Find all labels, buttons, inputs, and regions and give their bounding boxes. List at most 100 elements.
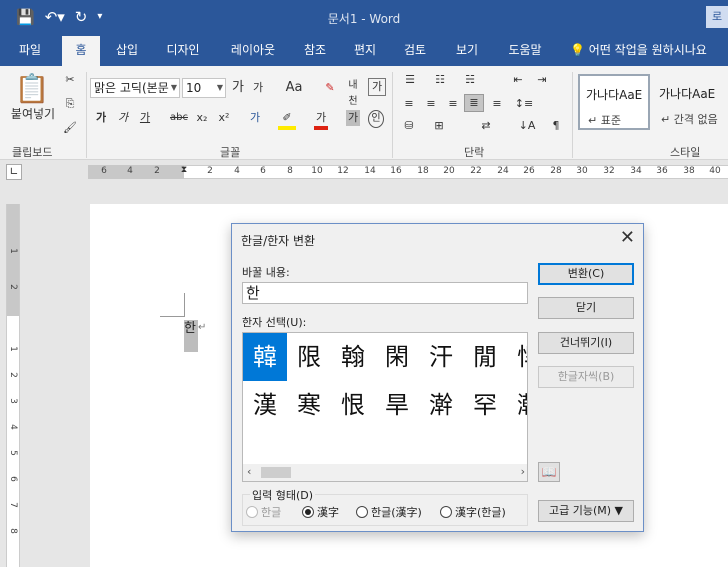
chevron-left-icon[interactable]: ‹ [247, 465, 251, 478]
tell-me-box[interactable]: 💡 어떤 작업을 원하시나요 [570, 36, 707, 66]
close-icon[interactable]: ✕ [620, 227, 635, 248]
horizontal-scrollbar[interactable]: ‹ › [243, 464, 527, 481]
bullets-icon[interactable]: ☰ [400, 72, 420, 88]
tab-review[interactable]: 검토 [392, 36, 438, 66]
hangul-by-char-button[interactable]: 한글자씩(B) [538, 366, 634, 388]
signin-button[interactable]: 로 [706, 6, 728, 28]
tab-help[interactable]: 도움말 [496, 36, 554, 66]
decrease-indent-icon[interactable]: ⇤ [508, 72, 528, 88]
increase-indent-icon[interactable]: ⇥ [532, 72, 552, 88]
convert-button[interactable]: 변환(C) [538, 263, 634, 285]
ruler-number: 12 [337, 166, 349, 176]
tab-file[interactable]: 파일 [0, 36, 60, 66]
style-no-spacing[interactable]: 가나다AaE ↵ 간격 없음 [652, 74, 724, 130]
align-center-icon[interactable]: ≡ [422, 96, 440, 112]
justify-icon[interactable]: ≣ [464, 94, 484, 112]
ruler-number: 2 [207, 166, 213, 176]
horizontal-ruler[interactable]: ∟ 6 4 2 ⧗ 2 4 6 8 10 12 14 16 18 20 22 2… [0, 160, 728, 184]
strikethrough-icon[interactable]: abc [170, 110, 188, 126]
styles-group-label: 스타일 [670, 146, 701, 159]
tab-mailings[interactable]: 편지 [342, 36, 388, 66]
multilevel-list-icon[interactable]: ☵ [460, 72, 480, 88]
text-effects-icon[interactable]: 가 [246, 110, 264, 126]
hanja-select-label: 한자 선택(U): [242, 316, 307, 329]
clear-formatting-icon[interactable]: ✎ [322, 80, 338, 96]
hanja-item[interactable]: 閑 [375, 333, 419, 381]
ruler-number: 22 [470, 166, 482, 176]
font-color-icon[interactable]: 가 [314, 110, 328, 130]
show-marks-icon[interactable]: ¶ [548, 118, 564, 134]
line-spacing-icon[interactable]: ↕≡ [512, 96, 536, 112]
vertical-ruler[interactable]: 1 2 1 2 3 4 5 6 7 8 [6, 204, 20, 567]
ruler-number: 4 [8, 424, 18, 430]
hanja-item[interactable]: 罕 [463, 381, 507, 429]
grow-font-icon[interactable]: 가 [230, 80, 246, 96]
chevron-right-icon[interactable]: › [521, 465, 525, 478]
align-left-icon[interactable]: ≡ [400, 96, 418, 112]
skip-button[interactable]: 건너뛰기(I) [538, 332, 634, 354]
radio-hanja[interactable]: 漢字 [302, 504, 339, 520]
borders-icon[interactable]: ⊞ [430, 118, 448, 134]
hanja-item[interactable]: 恨 [331, 381, 375, 429]
paste-icon[interactable]: 📋 [12, 72, 52, 106]
copy-icon[interactable]: ⎘ [62, 96, 78, 112]
tab-insert[interactable]: 삽입 [104, 36, 150, 66]
format-painter-icon[interactable]: 🖌 [62, 120, 78, 136]
hanja-item[interactable]: 旱 [375, 381, 419, 429]
tab-layout[interactable]: 레이아웃 [216, 36, 290, 66]
hanja-list[interactable]: 韓 限 翰 閑 汗 閒 悍 漢 寒 恨 旱 澣 罕 瀚 ‹ › [242, 332, 528, 482]
ruler-number: 30 [576, 166, 588, 176]
hanja-item[interactable]: 閒 [463, 333, 507, 381]
indent-marker-icon[interactable]: ⧗ [178, 162, 190, 182]
style-normal[interactable]: 가나다AaE ↵ 표준 [578, 74, 650, 130]
book-icon[interactable]: 📖 [538, 462, 560, 482]
radio-hangul[interactable]: 한글 [246, 504, 281, 520]
hanja-item[interactable]: 寒 [287, 381, 331, 429]
font-size-combo[interactable]: 10 ▼ [182, 78, 226, 98]
subscript-icon[interactable]: x₂ [194, 110, 210, 126]
phonetic-guide-icon[interactable]: 내천 [344, 78, 362, 110]
underline-icon[interactable]: 가 [138, 110, 152, 126]
hanja-item[interactable]: 瀚 [507, 381, 527, 429]
close-button[interactable]: 닫기 [538, 297, 634, 319]
hanja-item[interactable]: 韓 [243, 333, 287, 381]
asian-layout-icon[interactable]: ⇄ [476, 118, 496, 134]
change-content-input[interactable]: 한 [242, 282, 528, 304]
character-border-icon[interactable]: 가 [368, 78, 386, 96]
superscript-icon[interactable]: x² [216, 110, 232, 126]
document-selected-text[interactable]: 한 [184, 320, 198, 352]
hanja-item[interactable]: 限 [287, 333, 331, 381]
radio-hanja-hangul[interactable]: 漢字(한글) [440, 504, 506, 520]
paste-label[interactable]: 붙여넣기 [6, 106, 60, 122]
shading-icon[interactable]: ⛁ [400, 118, 418, 134]
sort-icon[interactable]: ↓A [518, 118, 536, 134]
hanja-item[interactable]: 澣 [419, 381, 463, 429]
tab-home[interactable]: 홈 [62, 36, 100, 66]
radio-hangul-hanja[interactable]: 한글(漢字) [356, 504, 422, 520]
window-title: 문서1 - Word [327, 12, 401, 26]
hanja-item[interactable]: 漢 [243, 381, 287, 429]
scrollbar-thumb[interactable] [261, 467, 291, 478]
distributed-icon[interactable]: ≡ [488, 96, 506, 112]
character-shading-icon[interactable]: 가 [346, 110, 360, 126]
enclose-characters-icon[interactable]: 인 [368, 110, 384, 128]
tab-design[interactable]: 디자인 [152, 36, 214, 66]
font-name-combo[interactable]: 맑은 고딕(본문 ▼ [90, 78, 180, 98]
cut-icon[interactable]: ✂ [62, 72, 78, 88]
bold-icon[interactable]: 가 [94, 110, 108, 126]
hanja-item[interactable]: 汗 [419, 333, 463, 381]
ruler-margin [7, 204, 19, 316]
change-case-icon[interactable]: Aa [282, 80, 306, 96]
advanced-button[interactable]: 고급 기능(M) ▼ [538, 500, 634, 522]
align-right-icon[interactable]: ≡ [444, 96, 462, 112]
hanja-item[interactable]: 悍 [507, 333, 527, 381]
tab-selector-icon[interactable]: ∟ [6, 164, 22, 180]
shrink-font-icon[interactable]: 가 [250, 80, 266, 96]
highlight-icon[interactable]: ✐ [278, 110, 296, 130]
numbering-icon[interactable]: ☷ [430, 72, 450, 88]
tab-view[interactable]: 보기 [442, 36, 492, 66]
italic-icon[interactable]: 가 [116, 110, 130, 126]
font-size-value: 10 [186, 81, 202, 95]
tab-references[interactable]: 참조 [292, 36, 338, 66]
hanja-item[interactable]: 翰 [331, 333, 375, 381]
